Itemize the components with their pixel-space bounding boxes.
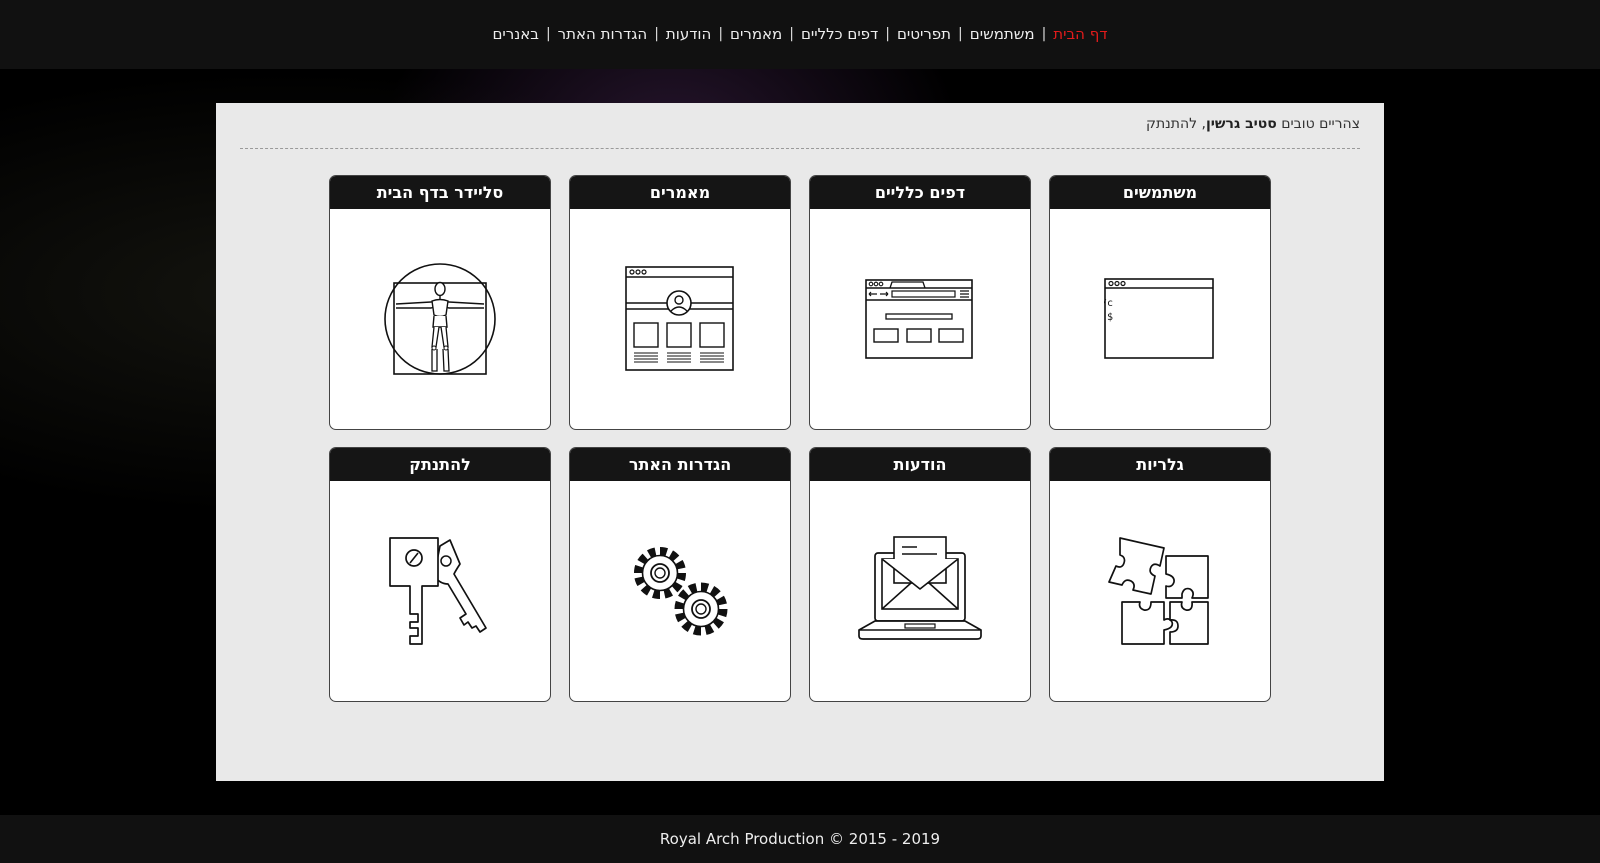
nav-item-articles[interactable]: מאמרים <box>730 25 782 43</box>
keys-icon <box>389 537 487 645</box>
tile-logout[interactable]: להתנתק <box>329 447 551 702</box>
greeting-prefix: צהריים טובים <box>1281 116 1360 132</box>
tile-site-settings[interactable]: הגדרות האתר <box>569 447 791 702</box>
terminal-line: user@user /c <box>1104 298 1113 309</box>
nav-item-general-pages[interactable]: דפים כלליים <box>801 25 878 43</box>
tile-title: הגדרות האתר <box>570 448 790 481</box>
nav-separator: | <box>885 25 890 42</box>
tile-general-pages[interactable]: דפים כלליים <box>809 175 1031 430</box>
puzzle-icon <box>1108 537 1209 645</box>
tile-title: להתנתק <box>330 448 550 481</box>
nav-item-banners[interactable]: באנרים <box>492 25 538 43</box>
footer-copyright: Royal Arch Production © 2015 - 2019 <box>659 830 941 848</box>
nav-separator: | <box>958 25 963 42</box>
laptop-mail-icon <box>858 536 982 640</box>
tile-title: מאמרים <box>570 176 790 209</box>
nav-item-users[interactable]: משתמשים <box>970 25 1035 43</box>
tile-title: סליידר בדף הבית <box>330 176 550 209</box>
tile-articles[interactable]: מאמרים <box>569 175 791 430</box>
nav-item-messages[interactable]: הודעות <box>666 25 711 43</box>
tile-title: הודעות <box>810 448 1030 481</box>
tile-icon-area: user@user /c $ _ <box>1050 209 1270 429</box>
top-navigation: דף הבית | משתמשים | תפריטים | דפים כלליי… <box>0 0 1600 69</box>
nav-item-home[interactable]: דף הבית <box>1053 25 1107 43</box>
tile-icon-area <box>570 209 790 429</box>
dashed-divider <box>240 148 1360 149</box>
browser-window-icon <box>865 279 973 359</box>
nav-separator: | <box>545 25 551 42</box>
tile-title: דפים כלליים <box>810 176 1030 209</box>
tile-galleries[interactable]: גלריות <box>1049 447 1271 702</box>
tile-icon-area <box>330 209 550 429</box>
tile-title: גלריות <box>1050 448 1270 481</box>
article-page-icon <box>625 266 734 371</box>
tile-icon-area <box>330 481 550 701</box>
greeting-line: צהריים טובים סטיב גרשין, להתנתק <box>1146 116 1360 132</box>
greeting-logout-link[interactable]: להתנתק <box>1146 116 1197 132</box>
tile-icon-area <box>570 481 790 701</box>
gears-icon <box>633 546 728 636</box>
nav-item-menus[interactable]: תפריטים <box>897 25 951 43</box>
dashboard-tiles: משתמשים user@user /c $ _ דפים כלליים <box>329 175 1271 702</box>
tile-icon-area <box>810 481 1030 701</box>
tile-home-slider[interactable]: סליידר בדף הבית <box>329 175 551 430</box>
nav-item-site-settings[interactable]: הגדרות האתר <box>558 25 648 43</box>
footer: Royal Arch Production © 2015 - 2019 <box>0 815 1600 863</box>
terminal-prompt: $ _ <box>1104 312 1113 323</box>
greeting-user-name: סטיב גרשין <box>1205 116 1277 132</box>
nav-separator: | <box>789 25 794 42</box>
nav-separator: | <box>654 25 659 42</box>
nav-separator: | <box>1041 25 1047 42</box>
tile-title: משתמשים <box>1050 176 1270 209</box>
vitruvian-man-icon <box>384 263 496 375</box>
tile-messages[interactable]: הודעות <box>809 447 1031 702</box>
tile-icon-area <box>810 209 1030 429</box>
tile-users[interactable]: משתמשים user@user /c $ _ <box>1049 175 1271 430</box>
nav-separator: | <box>718 25 724 42</box>
terminal-window-icon: user@user /c $ _ <box>1104 278 1214 359</box>
dashboard-panel: צהריים טובים סטיב גרשין, להתנתק משתמשים … <box>216 103 1384 781</box>
tile-icon-area <box>1050 481 1270 701</box>
